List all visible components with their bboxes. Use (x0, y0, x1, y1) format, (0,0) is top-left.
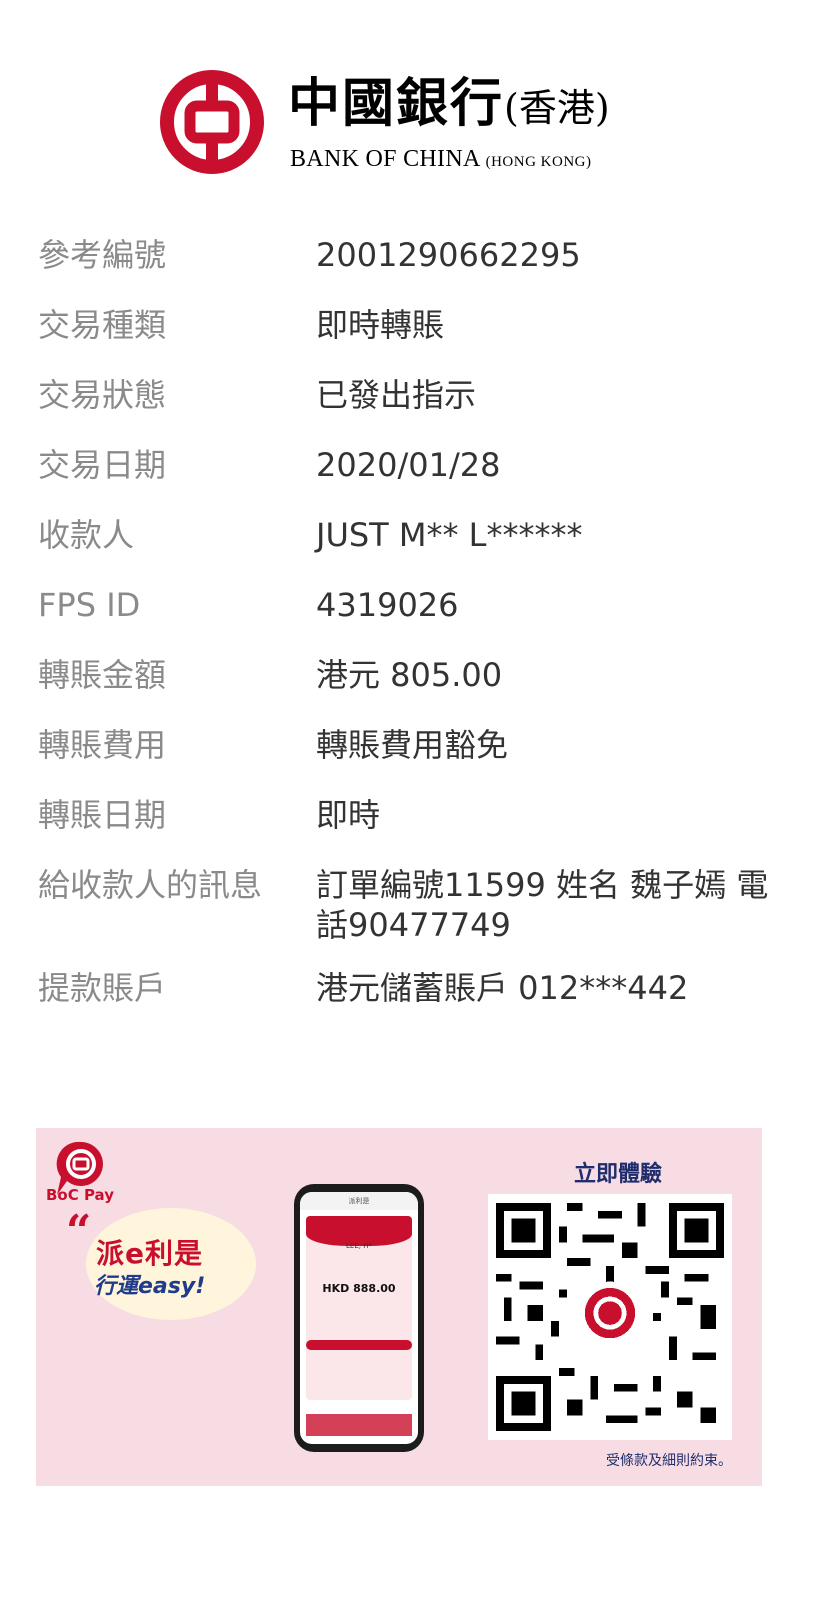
detail-value: JUST M** L****** (316, 516, 583, 554)
detail-row-amount: 轉賬金額 港元 805.00 (38, 652, 783, 698)
detail-row-payee: 收款人 JUST M** L****** (38, 512, 783, 558)
boc-pay-brand: BoC Pay (46, 1186, 114, 1204)
detail-value: 轉賬費用豁免 (316, 726, 509, 764)
phone-mockup: 派利是 LEE, H* HKD 888.00 (294, 1184, 424, 1452)
detail-label: 交易日期 (38, 446, 167, 484)
bank-name-cn-text: 中國銀行 (288, 73, 505, 134)
detail-value: 已發出指示 (316, 376, 477, 414)
terms-note: 受條款及細則約束。 (606, 1453, 732, 1469)
detail-row-reference: 參考編號 2001290662295 (38, 232, 783, 278)
detail-row-transfer-date: 轉賬日期 即時 (38, 792, 783, 838)
bank-name-en-text: BANK OF CHINA (290, 146, 480, 172)
detail-label: 收款人 (38, 516, 135, 554)
phone-payee-name: LEE, H* (346, 1242, 372, 1250)
detail-row-fee: 轉賬費用 轉賬費用豁免 (38, 722, 783, 768)
detail-value: 即時 (316, 796, 381, 834)
detail-value: 訂單編號11599 姓名 魏子嫣 電話90477749 (316, 866, 769, 944)
detail-label: 參考編號 (38, 236, 167, 274)
phone-screen: 派利是 LEE, H* HKD 888.00 (300, 1192, 418, 1444)
detail-value: 4319026 (316, 586, 459, 624)
detail-row-message: 給收款人的訊息 訂單編號11599 姓名 魏子嫣 電話90477749 (38, 862, 783, 945)
detail-row-fps-id: FPS ID 4319026 (38, 582, 783, 628)
detail-label: 交易狀態 (38, 376, 167, 414)
bank-region-cn: (香港) (504, 86, 610, 130)
detail-label: 提款賬戶 (38, 969, 167, 1007)
boc-pay-promo-banner[interactable]: BoC Pay “ 派e利是 行運easy! 派利是 LEE, H* HKD 8… (36, 1128, 762, 1486)
detail-label: 轉賬日期 (38, 796, 167, 834)
transaction-details: 參考編號 2001290662295 交易種類 即時轉賬 交易狀態 已發出指示 … (38, 232, 783, 1028)
phone-footer-graphic (306, 1414, 412, 1436)
boc-logo-icon (160, 70, 264, 174)
detail-label: 給收款人的訊息 (38, 866, 263, 904)
bank-logo: 中國銀行(香港) BANK OF CHINA (HONG KONG) (160, 68, 660, 178)
detail-row-status: 交易狀態 已發出指示 (38, 372, 783, 418)
detail-value: 港元 805.00 (316, 656, 503, 694)
qr-code-icon (496, 1203, 724, 1431)
detail-value: 即時轉賬 (316, 306, 445, 344)
detail-value: 2020/01/28 (316, 446, 501, 484)
phone-screen-title: 派利是 (300, 1192, 418, 1210)
detail-label: FPS ID (38, 586, 141, 624)
qr-code[interactable] (488, 1194, 732, 1440)
detail-row-type: 交易種類 即時轉賬 (38, 302, 783, 348)
detail-label: 轉賬費用 (38, 726, 167, 764)
bank-region-en: (HONG KONG) (485, 154, 592, 170)
detail-value: 港元儲蓄賬戶 012***442 (316, 969, 689, 1007)
phone-send-button (306, 1340, 412, 1350)
detail-label: 交易種類 (38, 306, 167, 344)
bank-name-cn: 中國銀行(香港) (288, 68, 610, 144)
detail-value: 2001290662295 (316, 236, 581, 274)
detail-row-date: 交易日期 2020/01/28 (38, 442, 783, 488)
phone-amount: HKD 888.00 (322, 1282, 396, 1295)
slogan-line-1: 派e利是 (96, 1237, 203, 1270)
detail-label: 轉賬金額 (38, 656, 167, 694)
slogan-line-2: 行運easy! (94, 1274, 206, 1299)
qr-title: 立即體驗 (573, 1162, 662, 1187)
detail-row-debit-account: 提款賬戶 港元儲蓄賬戶 012***442 (38, 965, 783, 1008)
bank-name-en: BANK OF CHINA (HONG KONG) (290, 146, 591, 173)
quote-mark-icon: “ (66, 1206, 92, 1257)
